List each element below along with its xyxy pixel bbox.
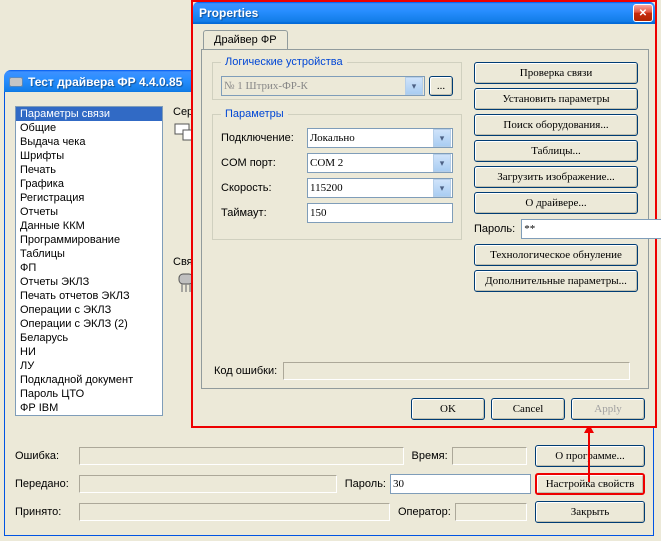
app-icon: [8, 74, 24, 90]
sidebar-item[interactable]: Параметры связи: [16, 107, 162, 121]
speed-label: Скорость:: [221, 182, 307, 194]
operator-value: [455, 503, 527, 521]
dialog-titlebar[interactable]: Properties ✕: [193, 2, 655, 24]
password-label-bottom: Пароль:: [345, 478, 386, 490]
sidebar-item[interactable]: Операции с ЭКЛЗ (2): [16, 317, 162, 331]
about-program-button[interactable]: О программе...: [535, 445, 645, 467]
error-value: [79, 447, 404, 465]
sidebar-item[interactable]: ЛУ: [16, 359, 162, 373]
speed-select[interactable]: [307, 178, 453, 198]
device-select[interactable]: [221, 76, 425, 96]
tables-button[interactable]: Таблицы...: [474, 140, 638, 162]
error-code-value: [283, 362, 630, 380]
time-label: Время:: [412, 450, 448, 462]
timeout-input[interactable]: [307, 203, 453, 223]
dialog-buttons: OK Cancel Apply: [411, 398, 645, 420]
group-logical-devices: Логические устройства ...: [212, 56, 462, 100]
dialog-password-input[interactable]: [521, 219, 661, 239]
sidebar-item[interactable]: Программирование: [16, 233, 162, 247]
password-input-bottom[interactable]: [390, 474, 531, 494]
sent-value: [79, 475, 337, 493]
group-params-legend: Параметры: [221, 108, 288, 120]
sent-label: Передано:: [15, 478, 75, 490]
apply-button[interactable]: Apply: [571, 398, 645, 420]
sidebar-item[interactable]: Подкладной документ: [16, 373, 162, 387]
timeout-label: Таймаут:: [221, 207, 307, 219]
sidebar-list[interactable]: Параметры связи Общие Выдача чека Шрифты…: [15, 106, 163, 416]
bottom-panel: Ошибка: Время: О программе... Передано: …: [15, 445, 645, 529]
sidebar-item[interactable]: Данные ККМ: [16, 219, 162, 233]
right-buttons: Проверка связи Установить параметры Поис…: [474, 62, 638, 296]
received-label: Принято:: [15, 506, 75, 518]
received-value: [79, 503, 390, 521]
error-label: Ошибка:: [15, 450, 75, 462]
tech-reset-button[interactable]: Технологическое обнуление: [474, 244, 638, 266]
main-title: Тест драйвера ФР 4.4.0.85: [28, 75, 182, 89]
comport-label: COM порт:: [221, 157, 307, 169]
sidebar-item[interactable]: Шрифты: [16, 149, 162, 163]
sidebar-item[interactable]: ФР IBM: [16, 401, 162, 415]
sidebar-item[interactable]: Отчеты ЭКЛЗ: [16, 275, 162, 289]
tab-driver[interactable]: Драйвер ФР: [203, 30, 288, 49]
sidebar-item[interactable]: Пароль ЦТО: [16, 387, 162, 401]
connection-select[interactable]: [307, 128, 453, 148]
ok-button[interactable]: OK: [411, 398, 485, 420]
sidebar-item[interactable]: Печать: [16, 163, 162, 177]
find-hardware-button[interactable]: Поиск оборудования...: [474, 114, 638, 136]
sidebar-item[interactable]: Отчеты: [16, 205, 162, 219]
sidebar-item[interactable]: Беларусь: [16, 331, 162, 345]
check-connection-button[interactable]: Проверка связи: [474, 62, 638, 84]
about-driver-button[interactable]: О драйвере...: [474, 192, 638, 214]
annotation-arrow: [588, 432, 590, 482]
sidebar-item[interactable]: НИ: [16, 345, 162, 359]
sidebar-item[interactable]: Общие: [16, 121, 162, 135]
set-params-button[interactable]: Установить параметры: [474, 88, 638, 110]
group-params: Параметры Подключение: COM порт: Скорост…: [212, 108, 462, 240]
cancel-button[interactable]: Cancel: [491, 398, 565, 420]
sidebar-item[interactable]: Регистрация: [16, 191, 162, 205]
comport-select[interactable]: [307, 153, 453, 173]
connection-label: Подключение:: [221, 132, 307, 144]
sidebar-item[interactable]: ФП: [16, 261, 162, 275]
sidebar-item[interactable]: Выдача чека: [16, 135, 162, 149]
properties-settings-button[interactable]: Настройка свойств: [535, 473, 645, 495]
group-devices-legend: Логические устройства: [221, 56, 347, 68]
browse-device-button[interactable]: ...: [429, 76, 453, 96]
sidebar-item[interactable]: Печать отчетов ЭКЛЗ: [16, 289, 162, 303]
error-code-label: Код ошибки:: [214, 365, 277, 377]
additional-params-button[interactable]: Дополнительные параметры...: [474, 270, 638, 292]
load-image-button[interactable]: Загрузить изображение...: [474, 166, 638, 188]
time-value: [452, 447, 527, 465]
dialog-password-label: Пароль:: [474, 223, 515, 235]
dialog-title: Properties: [199, 6, 258, 20]
sidebar-item[interactable]: Операции с ЭКЛЗ: [16, 303, 162, 317]
close-button[interactable]: Закрыть: [535, 501, 645, 523]
operator-label: Оператор:: [398, 506, 451, 518]
sidebar-item[interactable]: Таблицы: [16, 247, 162, 261]
properties-dialog: Properties ✕ Драйвер ФР Логические устро…: [191, 0, 657, 428]
tab-content: Логические устройства ... Параметры Подк…: [201, 49, 649, 389]
close-icon[interactable]: ✕: [633, 4, 653, 22]
sidebar-item[interactable]: Графика: [16, 177, 162, 191]
